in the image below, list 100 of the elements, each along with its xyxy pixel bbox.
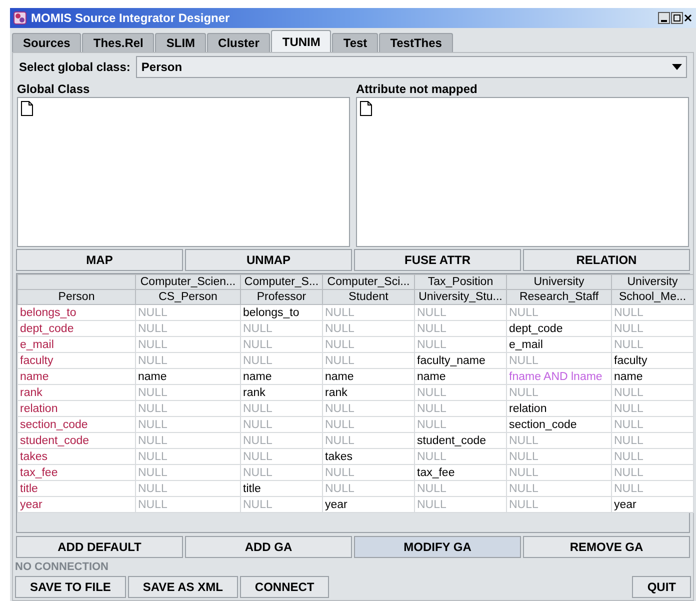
global-class-dropdown[interactable]: Person	[136, 56, 687, 78]
table-cell: NULL	[612, 336, 694, 352]
column-header[interactable]: Research_Staff	[506, 290, 612, 304]
column-header[interactable]: University	[506, 274, 612, 290]
table-cell: NULL	[414, 416, 506, 432]
table-cell: NULL	[322, 416, 414, 432]
quit-button[interactable]: QUIT	[632, 576, 691, 598]
table-cell: year	[322, 496, 414, 512]
table-cell: NULL	[136, 448, 240, 464]
action-button[interactable]: RELATION	[523, 249, 690, 271]
table-cell: NULL	[506, 432, 612, 448]
table-cell: NULL	[414, 448, 506, 464]
table-cell: NULL	[414, 336, 506, 352]
table-cell: NULL	[136, 400, 240, 416]
table-cell: section_code	[506, 416, 612, 432]
table-cell: NULL	[506, 352, 612, 368]
table-cell: NULL	[322, 480, 414, 496]
table-cell: rank	[18, 384, 136, 400]
column-header[interactable]: University	[612, 274, 694, 290]
table-cell: name	[240, 368, 322, 384]
table-cell: NULL	[322, 432, 414, 448]
table-cell: NULL	[414, 384, 506, 400]
table-cell: NULL	[240, 464, 322, 480]
action-button[interactable]: ADD GA	[185, 536, 352, 558]
connection-status: NO CONNECTION	[14, 560, 110, 574]
column-header[interactable]: Student	[322, 290, 414, 304]
table-cell: NULL	[414, 496, 506, 512]
field-label: Select global class:	[19, 59, 130, 76]
table-cell: NULL	[136, 432, 240, 448]
table-cell: NULL	[240, 448, 322, 464]
document-icon	[360, 101, 372, 116]
table-cell: NULL	[414, 480, 506, 496]
table-cell: NULL	[414, 320, 506, 336]
column-header[interactable]: School_Me...	[612, 290, 694, 304]
table-cell: relation	[506, 400, 612, 416]
table-cell: tax_fee	[414, 464, 506, 480]
close-icon[interactable]	[684, 12, 692, 24]
table-cell: NULL	[612, 320, 694, 336]
action-button[interactable]: REMOVE GA	[523, 536, 690, 558]
minimize-icon[interactable]	[658, 12, 670, 24]
tab[interactable]: SLIM	[155, 33, 206, 52]
table-cell: NULL	[506, 304, 612, 320]
column-header[interactable]: Tax_Position	[414, 274, 506, 290]
window-title: MOMIS Source Integrator Designer	[31, 10, 231, 27]
action-button[interactable]: CONNECT	[240, 576, 330, 598]
table-cell: NULL	[240, 416, 322, 432]
table-cell: NULL	[136, 384, 240, 400]
table-cell: NULL	[612, 448, 694, 464]
table-cell: NULL	[612, 384, 694, 400]
table-cell: NULL	[240, 320, 322, 336]
action-button[interactable]: SAVE TO FILE	[15, 576, 126, 598]
tab[interactable]: TestThes	[379, 33, 453, 52]
table-cell: title	[240, 480, 322, 496]
table-cell: rank	[322, 384, 414, 400]
action-button[interactable]: MAP	[16, 249, 183, 271]
tab[interactable]: Sources	[12, 33, 82, 52]
table-cell: NULL	[240, 432, 322, 448]
column-header[interactable]: Professor	[240, 290, 322, 304]
action-button[interactable]: SAVE AS XML	[128, 576, 238, 598]
table-cell: dept_code	[506, 320, 612, 336]
table-cell: year	[612, 496, 694, 512]
table-cell: NULL	[136, 416, 240, 432]
action-button[interactable]: FUSE ATTR	[354, 249, 521, 271]
table-cell: name	[18, 368, 136, 384]
table-cell: NULL	[506, 464, 612, 480]
column-header[interactable]: University_Stu...	[414, 290, 506, 304]
table-cell: NULL	[414, 304, 506, 320]
table-cell: NULL	[322, 352, 414, 368]
table-cell: NULL	[240, 352, 322, 368]
tab[interactable]: Thes.Rel	[82, 33, 154, 52]
tab[interactable]: Cluster	[207, 33, 270, 52]
table-cell: NULL	[322, 304, 414, 320]
action-button[interactable]: UNMAP	[185, 249, 352, 271]
maximize-icon[interactable]	[671, 12, 683, 24]
table-cell: belongs_to	[240, 304, 322, 320]
dropdown-arrow-icon	[672, 64, 682, 70]
action-button[interactable]: MODIFY GA	[354, 536, 521, 558]
table-cell: name	[322, 368, 414, 384]
tab[interactable]: TUNIM	[271, 30, 332, 52]
column-header[interactable]: CS_Person	[136, 290, 240, 304]
table-cell: NULL	[322, 400, 414, 416]
table-cell: NULL	[136, 320, 240, 336]
table-cell: NULL	[136, 304, 240, 320]
column-header[interactable]: Computer_Sci...	[322, 274, 414, 290]
column-header[interactable]: Computer_Scien...	[136, 274, 240, 290]
column-header[interactable]: Computer_S...	[240, 274, 322, 290]
table-cell: NULL	[506, 384, 612, 400]
table-cell: NULL	[240, 400, 322, 416]
action-button[interactable]: ADD DEFAULT	[16, 536, 183, 558]
table-cell: name	[136, 368, 240, 384]
table-cell: rank	[240, 384, 322, 400]
table-cell: takes	[18, 448, 136, 464]
table-cell: NULL	[612, 464, 694, 480]
table-cell: NULL	[414, 400, 506, 416]
table-cell: faculty_name	[414, 352, 506, 368]
table-cell: section_code	[18, 416, 136, 432]
column-header[interactable]: Person	[18, 290, 136, 304]
table-cell: NULL	[136, 496, 240, 512]
document-icon	[21, 101, 33, 116]
tab[interactable]: Test	[332, 33, 378, 52]
